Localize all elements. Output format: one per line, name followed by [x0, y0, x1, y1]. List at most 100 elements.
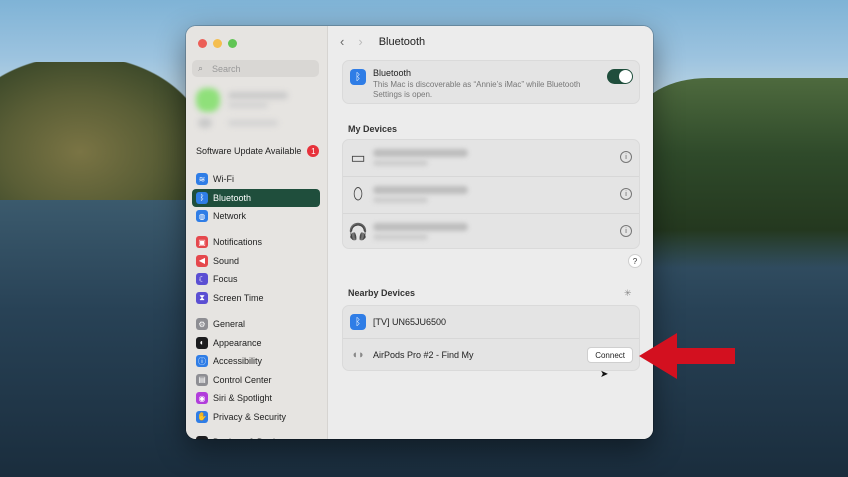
info-icon[interactable]: i	[620, 188, 632, 200]
sidebar-item-label: Appearance	[213, 337, 262, 348]
device-name-blurred	[373, 149, 468, 157]
toggle-knob	[619, 70, 632, 83]
device-row[interactable]: 🎧 i	[343, 214, 639, 250]
airpods-icon: ◖◗	[351, 349, 365, 361]
sidebar-group: ⚙ General ◐ Appearance ⓘ Accessibility ▤ Contro…	[192, 315, 320, 426]
connect-button[interactable]: Connect	[587, 347, 633, 363]
sidebar-group: ≋ Wi-Fi ᛒ Bluetooth ◍ Network	[192, 170, 320, 226]
sidebar-item-sound[interactable]: ◀ Sound	[192, 252, 320, 271]
device-name-blurred	[373, 186, 468, 194]
sidebar-item-label: General	[213, 319, 246, 330]
my-devices-title: My Devices	[348, 124, 398, 134]
toolbar: ‹ › Bluetooth	[328, 26, 653, 57]
sidebar-item-label: Notifications	[213, 237, 263, 248]
device-status-blurred	[373, 160, 428, 166]
info-icon[interactable]: i	[620, 151, 632, 163]
nearby-device-row[interactable]: ᛒ [TV] UN65JU6500	[343, 306, 639, 339]
sidebar-item-appearance[interactable]: ◐ Appearance	[192, 334, 320, 353]
sidebar-item-label: Bluetooth	[213, 192, 252, 203]
nearby-device-row[interactable]: ◖◗ AirPods Pro #2 - Find My Connect	[343, 339, 639, 371]
sidebar-item-siri-spotlight[interactable]: ◉ Siri & Spotlight	[192, 389, 320, 408]
my-devices-list: ▭ i ⬯ i 🎧 i	[342, 139, 640, 249]
sidebar-item-privacy-security[interactable]: ✋ Privacy & Security	[192, 408, 320, 427]
bluetooth-description: This Mac is discoverable as “Annie’s iMa…	[373, 80, 581, 99]
device-row[interactable]: ▭ i	[343, 140, 639, 177]
siri-icon: ◉	[196, 392, 208, 405]
bluetooth-icon: ᛒ	[350, 314, 366, 330]
close-button[interactable]	[198, 39, 207, 48]
minimize-button[interactable]	[213, 39, 222, 48]
sidebar-item-label: Wi-Fi	[213, 174, 234, 185]
bluetooth-toggle[interactable]	[607, 69, 633, 84]
search-icon: ⌕	[198, 63, 204, 73]
red-arrow-icon	[639, 333, 735, 379]
device-row[interactable]: ⬯ i	[343, 177, 639, 214]
system-settings-window: ⌕ Search Software Update Available 1 ≋ Wi…	[186, 26, 653, 439]
mouse-pointer-icon: ➤	[600, 369, 609, 380]
search-input[interactable]: ⌕ Search	[192, 60, 319, 77]
nearby-device-name: AirPods Pro #2 - Find My	[373, 350, 474, 360]
globe-icon: ◍	[196, 210, 208, 223]
device-name-blurred	[373, 223, 468, 231]
sidebar-item-desktop-dock[interactable]: ▭ Desktop & Dock	[192, 433, 320, 439]
sidebar-item-control-center[interactable]: ▤ Control Center	[192, 371, 320, 390]
nearby-devices-title: Nearby Devices	[348, 288, 416, 298]
speaker-icon: ◀	[196, 254, 208, 267]
wifi-icon: ≋	[196, 173, 208, 186]
sidebar-item-label: Desktop & Dock	[213, 437, 278, 439]
nearby-devices-list: ᛒ [TV] UN65JU6500 ◖◗ AirPods Pro #2 - Find …	[342, 305, 640, 371]
bluetooth-icon: ᛒ	[350, 69, 366, 85]
sidebar-item-wi-fi[interactable]: ≋ Wi-Fi	[192, 170, 320, 189]
accessibility-icon: ⓘ	[196, 355, 208, 368]
sidebar-item-screen-time[interactable]: ⧗ Screen Time	[192, 289, 320, 308]
sidebar-item-accessibility[interactable]: ⓘ Accessibility	[192, 352, 320, 371]
appearance-icon: ◐	[196, 336, 208, 349]
sidebar-item-general[interactable]: ⚙ General	[192, 315, 320, 334]
bluetooth-label: Bluetooth	[373, 68, 412, 78]
info-icon[interactable]: i	[620, 225, 632, 237]
bell-icon: ▣	[196, 236, 208, 249]
sidebar-item-label: Screen Time	[213, 292, 264, 303]
help-button[interactable]: ?	[628, 254, 642, 268]
sidebar-item-label: Network	[213, 211, 247, 222]
update-count-badge: 1	[307, 145, 320, 157]
sidebar-group: ▭ Desktop & Dock	[192, 433, 320, 439]
loading-spinner-icon: ✳	[624, 288, 632, 298]
forward-button[interactable]: ›	[358, 34, 362, 49]
software-update-item[interactable]: Software Update Available 1	[196, 145, 320, 157]
mouse-icon: ⬯	[352, 186, 364, 203]
background-hill-left	[0, 62, 200, 212]
apple-account-blurred[interactable]	[194, 86, 314, 132]
software-update-label: Software Update Available	[196, 146, 302, 156]
moon-icon: ☾	[196, 273, 208, 286]
sidebar: ⌕ Search Software Update Available 1 ≋ Wi…	[186, 26, 328, 439]
search-placeholder: Search	[212, 63, 241, 74]
sidebar-item-label: Focus	[213, 274, 238, 285]
sidebar-item-label: Siri & Spotlight	[213, 393, 273, 404]
headphones-icon: 🎧	[348, 224, 368, 241]
window-controls	[198, 39, 237, 48]
hourglass-icon: ⧗	[196, 291, 208, 304]
sidebar-group: ▣ Notifications ◀ Sound ☾ Focus ⧗ Screen Time	[192, 233, 320, 307]
device-status-blurred	[373, 197, 428, 203]
hand-icon: ✋	[196, 410, 208, 423]
back-button[interactable]: ‹	[340, 34, 344, 49]
bluetooth-icon: ᛒ	[196, 191, 208, 204]
sidebar-item-network[interactable]: ◍ Network	[192, 207, 320, 226]
sidebar-item-label: Control Center	[213, 374, 272, 385]
sidebar-item-bluetooth[interactable]: ᛒ Bluetooth	[192, 188, 320, 207]
sidebar-item-label: Privacy & Security	[213, 411, 287, 422]
gear-icon: ⚙	[196, 318, 208, 331]
bluetooth-card: ᛒ Bluetooth This Mac is discoverable as …	[342, 60, 640, 104]
sidebar-item-focus[interactable]: ☾ Focus	[192, 270, 320, 289]
sidebar-item-notifications[interactable]: ▣ Notifications	[192, 233, 320, 252]
dock-icon: ▭	[196, 436, 208, 439]
zoom-button[interactable]	[228, 39, 237, 48]
background-hill-right	[638, 78, 848, 268]
control-center-icon: ▤	[196, 373, 208, 386]
nearby-device-name: [TV] UN65JU6500	[373, 317, 447, 327]
sidebar-item-label: Accessibility	[213, 356, 263, 367]
page-title: Bluetooth	[378, 35, 426, 48]
keyboard-icon: ▭	[350, 150, 366, 167]
device-status-blurred	[373, 234, 428, 240]
